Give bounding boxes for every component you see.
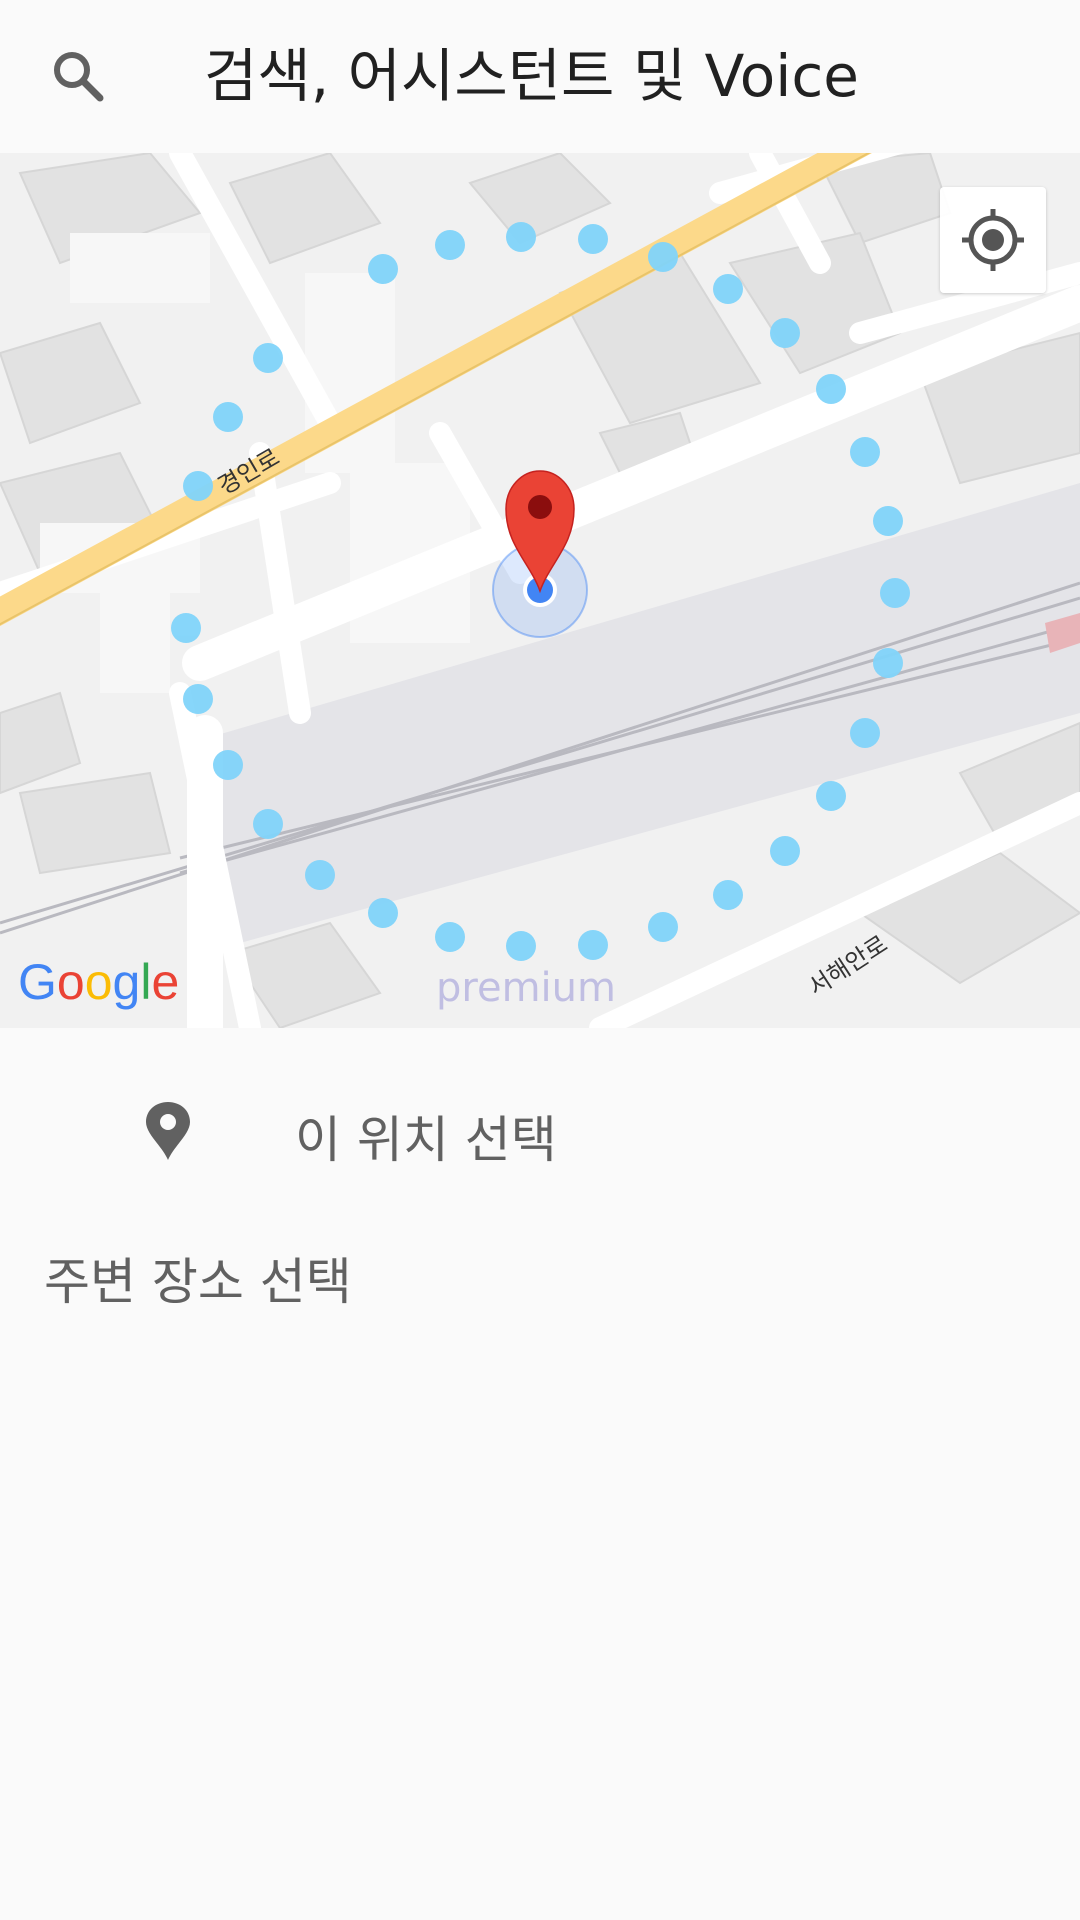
select-this-location-label: 이 위치 선택 bbox=[295, 1111, 557, 1169]
page-title: 검색, 어시스턴트 및 Voice bbox=[204, 42, 859, 110]
map-canvas bbox=[0, 153, 1080, 1028]
my-location-icon bbox=[940, 187, 1046, 293]
google-logo: Google bbox=[18, 954, 180, 1010]
place-pin-icon bbox=[144, 1100, 192, 1162]
top-bar: 검색, 어시스턴트 및 Voice bbox=[0, 0, 1080, 153]
map-view[interactable]: 경인로 서해안로 Google premium bbox=[0, 153, 1080, 1028]
select-this-location-row[interactable]: 이 위치 선택 bbox=[0, 1028, 1080, 1228]
search-icon[interactable] bbox=[48, 46, 108, 106]
location-picker-screen: 검색, 어시스턴트 및 Voice 경인로 서해안로 Google premiu… bbox=[0, 0, 1080, 1920]
my-location-button[interactable] bbox=[940, 187, 1046, 293]
premium-watermark: premium bbox=[436, 965, 616, 1011]
nearby-places-heading: 주변 장소 선택 bbox=[44, 1253, 352, 1311]
